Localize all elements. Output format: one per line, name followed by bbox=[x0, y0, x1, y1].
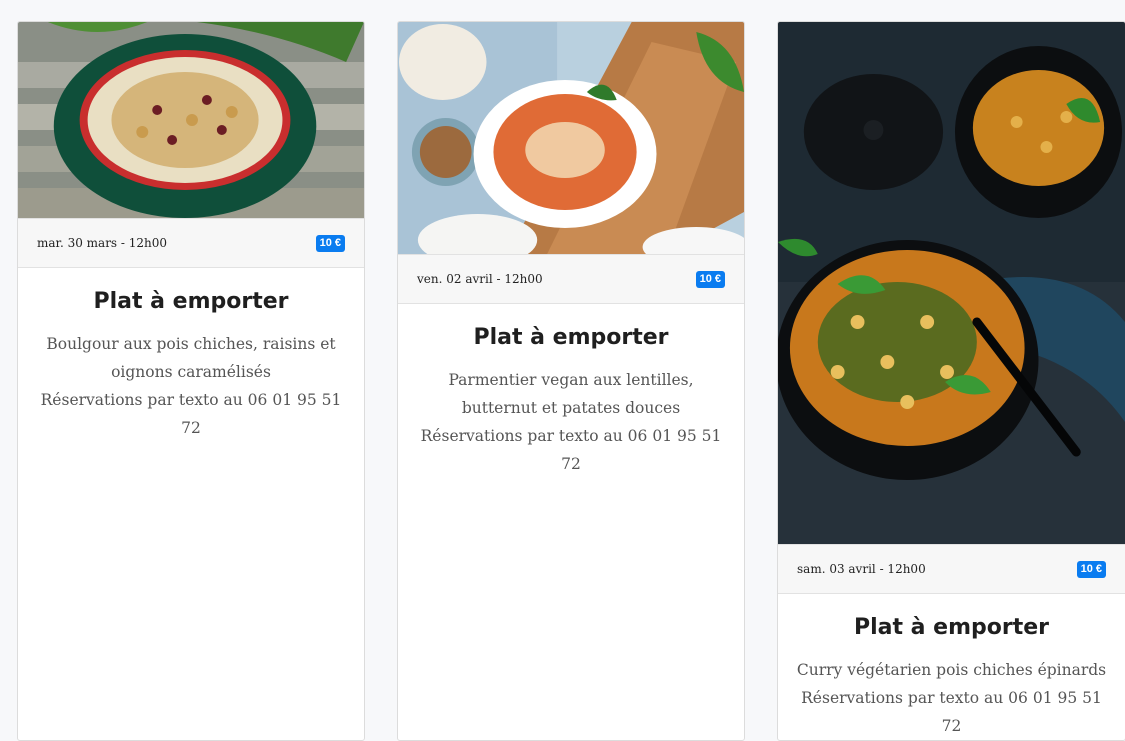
description-line: Boulgour aux pois chiches, raisins et bbox=[46, 335, 336, 353]
description-line: butternut et patates douces bbox=[461, 399, 681, 417]
card-body: Plat à emporter Curry végétarien pois ch… bbox=[778, 594, 1125, 740]
price-badge: 10 € bbox=[695, 270, 725, 288]
card-title[interactable]: Plat à emporter bbox=[794, 614, 1109, 642]
description-line: Réservations par texto au 06 01 95 51 72 bbox=[801, 689, 1102, 735]
card-title[interactable]: Plat à emporter bbox=[34, 288, 348, 316]
card-body: Plat à emporter Boulgour aux pois chiche… bbox=[18, 268, 364, 442]
price-badge: 10 € bbox=[1076, 560, 1106, 578]
event-meta-bar: sam. 03 avril - 12h00 10 € bbox=[778, 544, 1125, 594]
card-description: Parmentier vegan aux lentilles, butternu… bbox=[414, 366, 728, 478]
event-date: ven. 02 avril - 12h00 bbox=[417, 272, 543, 286]
description-line: Réservations par texto au 06 01 95 51 72 bbox=[420, 427, 722, 473]
event-card[interactable]: sam. 03 avril - 12h00 10 € Plat à emport… bbox=[777, 21, 1125, 741]
description-line: oignons caramélisés bbox=[111, 363, 271, 381]
price-badge: 10 € bbox=[315, 234, 345, 252]
card-title[interactable]: Plat à emporter bbox=[414, 324, 728, 352]
event-date: mar. 30 mars - 12h00 bbox=[37, 236, 168, 250]
dish-photo[interactable] bbox=[778, 22, 1125, 544]
card-body: Plat à emporter Parmentier vegan aux len… bbox=[398, 304, 744, 478]
event-card[interactable]: mar. 30 mars - 12h00 10 € Plat à emporte… bbox=[17, 21, 365, 741]
dish-photo[interactable] bbox=[18, 22, 364, 218]
description-line: Curry végétarien pois chiches épinards bbox=[796, 661, 1107, 679]
event-meta-bar: ven. 02 avril - 12h00 10 € bbox=[398, 254, 744, 304]
card-description: Boulgour aux pois chiches, raisins et oi… bbox=[34, 330, 348, 442]
dish-photo[interactable] bbox=[398, 22, 744, 254]
event-meta-bar: mar. 30 mars - 12h00 10 € bbox=[18, 218, 364, 268]
card-description: Curry végétarien pois chiches épinards R… bbox=[794, 656, 1109, 740]
event-card[interactable]: ven. 02 avril - 12h00 10 € Plat à emport… bbox=[397, 21, 745, 741]
description-line: Réservations par texto au 06 01 95 51 72 bbox=[40, 391, 342, 437]
event-date: sam. 03 avril - 12h00 bbox=[797, 562, 926, 576]
description-line: Parmentier vegan aux lentilles, bbox=[448, 371, 694, 389]
